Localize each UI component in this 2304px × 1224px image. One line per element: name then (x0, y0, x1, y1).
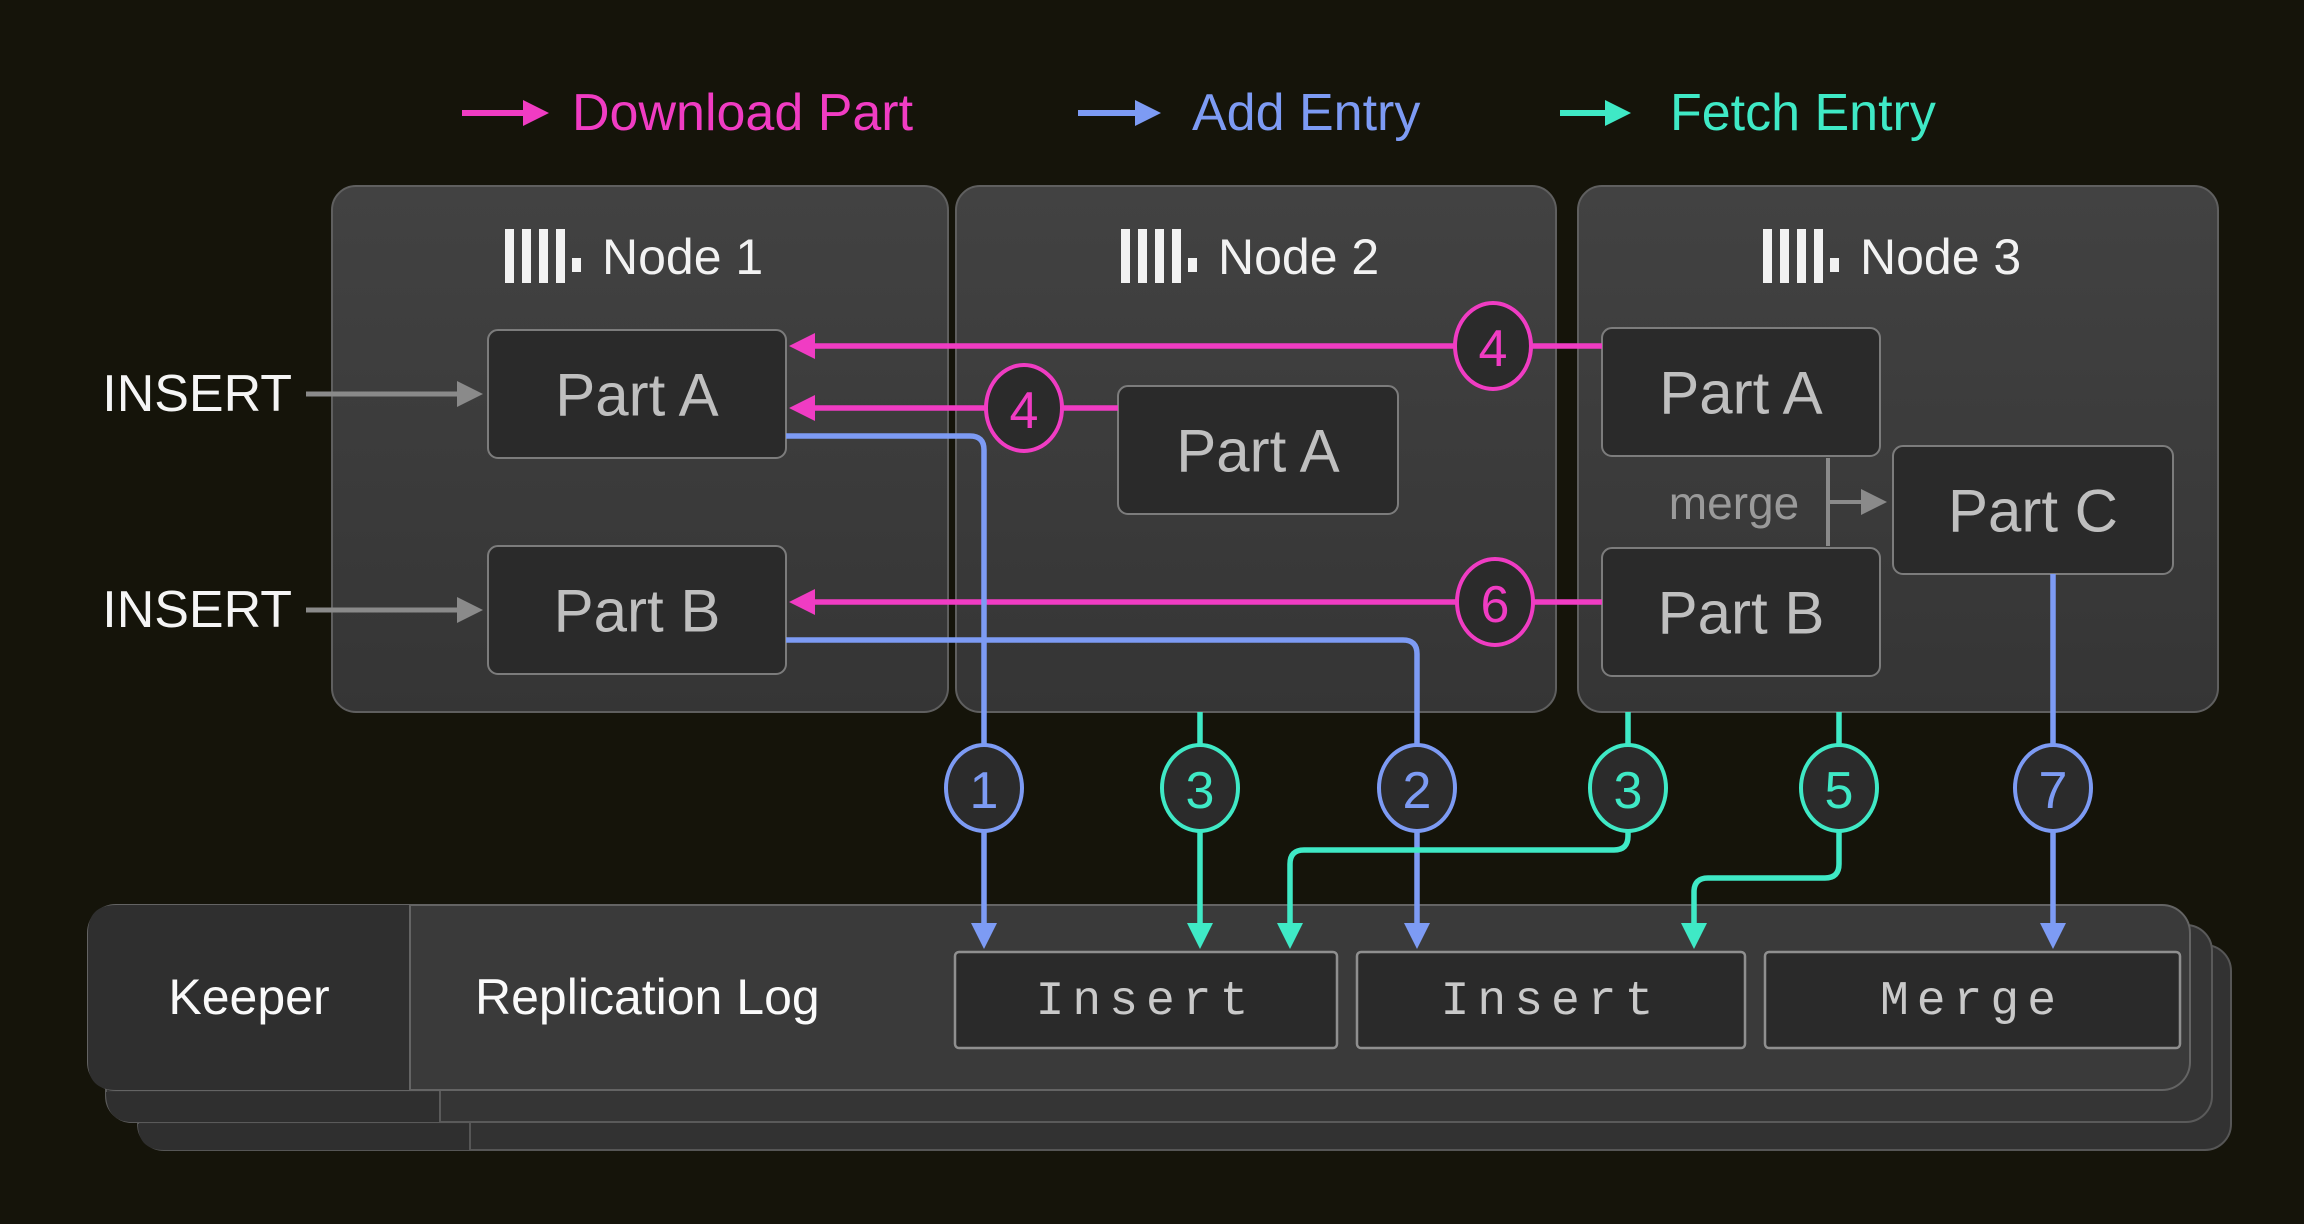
badge-4b: 4 (986, 365, 1062, 451)
badge-6-label: 6 (1481, 576, 1510, 634)
node-2-part-a-label: Part A (1176, 418, 1339, 485)
badge-4b-label: 4 (1010, 382, 1039, 440)
legend-fetch-entry-label: Fetch Entry (1670, 84, 1936, 142)
log-entry-insert-1-label: Insert (1036, 975, 1257, 1029)
node-1: Node 1 Part A Part B (332, 186, 948, 712)
badge-7-label: 7 (2039, 762, 2068, 820)
node-1-title: Node 1 (602, 229, 763, 285)
badge-6: 6 (1457, 559, 1533, 645)
badge-4a: 4 (1455, 303, 1531, 389)
badge-4a-label: 4 (1479, 320, 1508, 378)
log-entry-merge-label: Merge (1880, 975, 2064, 1029)
merge-label: merge (1669, 477, 1799, 529)
badge-3b-label: 3 (1614, 762, 1643, 820)
log-entry-insert-2-label: Insert (1441, 975, 1662, 1029)
log-card-back-1-keeper-strip (106, 1092, 440, 1122)
log-card-back-2-keeper-strip (138, 1124, 470, 1150)
node-3: Node 3 Part A Part B merge Part C (1578, 186, 2218, 712)
badge-3b: 3 (1590, 745, 1666, 831)
node-3-part-a-label: Part A (1659, 360, 1822, 427)
badge-5: 5 (1801, 745, 1877, 831)
node-1-part-b-label: Part B (554, 578, 721, 645)
node-2: Node 2 Part A (956, 186, 1556, 712)
insert-label-1: INSERT (102, 365, 292, 423)
node-1-part-a-label: Part A (555, 362, 718, 429)
badge-1: 1 (946, 745, 1022, 831)
replication-log-title: Replication Log (475, 969, 820, 1025)
node-3-part-b-label: Part B (1658, 580, 1825, 647)
badge-7: 7 (2015, 745, 2091, 831)
node-2-title: Node 2 (1218, 229, 1379, 285)
legend-add-entry-label: Add Entry (1192, 84, 1420, 142)
replication-diagram: Download Part Add Entry Fetch Entry Node… (0, 0, 2304, 1224)
node-3-title: Node 3 (1860, 229, 2021, 285)
insert-label-2: INSERT (102, 581, 292, 639)
legend-download-part-label: Download Part (572, 84, 914, 142)
replication-log-card: Keeper Replication Log Insert Insert Mer… (88, 905, 2231, 1150)
badge-3a-label: 3 (1186, 762, 1215, 820)
legend: Download Part Add Entry Fetch Entry (462, 84, 1936, 142)
badge-2-label: 2 (1403, 762, 1432, 820)
fetch-entry-line-3b (1290, 712, 1628, 924)
badge-2: 2 (1379, 745, 1455, 831)
badge-5-label: 5 (1825, 762, 1854, 820)
badge-3a: 3 (1162, 745, 1238, 831)
badge-1-label: 1 (970, 762, 999, 820)
keeper-label: Keeper (168, 969, 329, 1025)
node-3-part-c-label: Part C (1948, 478, 2118, 545)
